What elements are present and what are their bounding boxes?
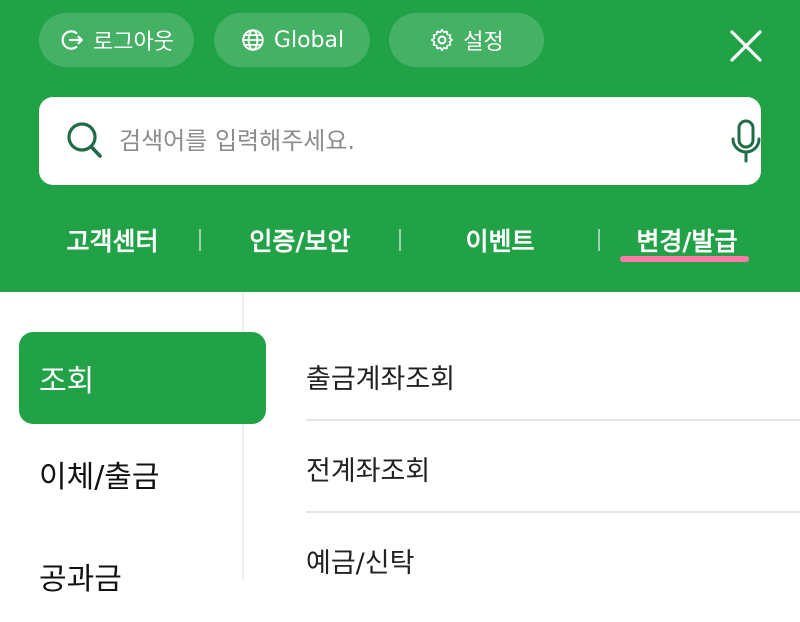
quick-link-label: 변경/발급 bbox=[636, 227, 738, 256]
divider bbox=[598, 229, 600, 251]
quick-link-event[interactable]: 이벤트 bbox=[425, 215, 575, 265]
top-header: 로그아웃 Global 설정 고객센터 bbox=[0, 0, 800, 292]
category-label: 공과금 bbox=[39, 562, 122, 597]
divider bbox=[199, 229, 201, 251]
settings-label: 설정 bbox=[463, 30, 504, 55]
category-label: 조회 bbox=[39, 364, 95, 399]
sub-item-withdrawal-account-inquiry[interactable]: 출금계좌조회 bbox=[306, 330, 800, 422]
microphone-icon[interactable] bbox=[729, 119, 763, 163]
close-button[interactable] bbox=[722, 22, 770, 70]
logout-icon bbox=[61, 30, 83, 50]
search-input[interactable] bbox=[119, 117, 679, 165]
sub-item-all-accounts-inquiry[interactable]: 전계좌조회 bbox=[306, 422, 800, 514]
sub-item-label: 출금계좌조회 bbox=[306, 363, 456, 395]
category-inquiry[interactable]: 조회 bbox=[19, 332, 266, 424]
logout-label: 로그아웃 bbox=[93, 30, 174, 55]
divider bbox=[399, 229, 401, 251]
divider bbox=[306, 511, 800, 513]
quick-link-label: 이벤트 bbox=[465, 227, 535, 256]
quick-link-auth-security[interactable]: 인증/보안 bbox=[225, 215, 375, 265]
quick-link-label: 고객센터 bbox=[66, 227, 159, 256]
search-bar bbox=[39, 97, 761, 185]
quick-link-customer-center[interactable]: 고객센터 bbox=[45, 215, 180, 265]
globe-icon bbox=[242, 29, 264, 51]
sub-item-label: 전계좌조회 bbox=[306, 455, 431, 487]
close-icon bbox=[730, 30, 762, 62]
logout-button[interactable]: 로그아웃 bbox=[39, 13, 194, 67]
global-label: Global bbox=[273, 27, 345, 53]
search-icon bbox=[67, 122, 102, 158]
category-transfer-withdrawal[interactable]: 이체/출금 bbox=[19, 428, 266, 520]
active-quick-link-underline bbox=[620, 256, 749, 262]
sub-item-deposit-trust[interactable]: 예금/신탁 bbox=[306, 514, 800, 606]
divider bbox=[306, 419, 800, 421]
category-label: 이체/출금 bbox=[39, 460, 160, 495]
category-public-utility[interactable]: 공과금 bbox=[19, 530, 266, 622]
sub-item-label: 예금/신탁 bbox=[306, 547, 415, 579]
gear-icon bbox=[431, 28, 454, 52]
left-category-nav: 조회 이체/출금 공과금 bbox=[0, 292, 266, 597]
sub-menu-list: 출금계좌조회 전계좌조회 예금/신탁 bbox=[306, 292, 800, 580]
global-button[interactable]: Global bbox=[214, 13, 370, 67]
settings-button[interactable]: 설정 bbox=[389, 13, 544, 67]
quick-link-label: 인증/보안 bbox=[249, 227, 351, 256]
